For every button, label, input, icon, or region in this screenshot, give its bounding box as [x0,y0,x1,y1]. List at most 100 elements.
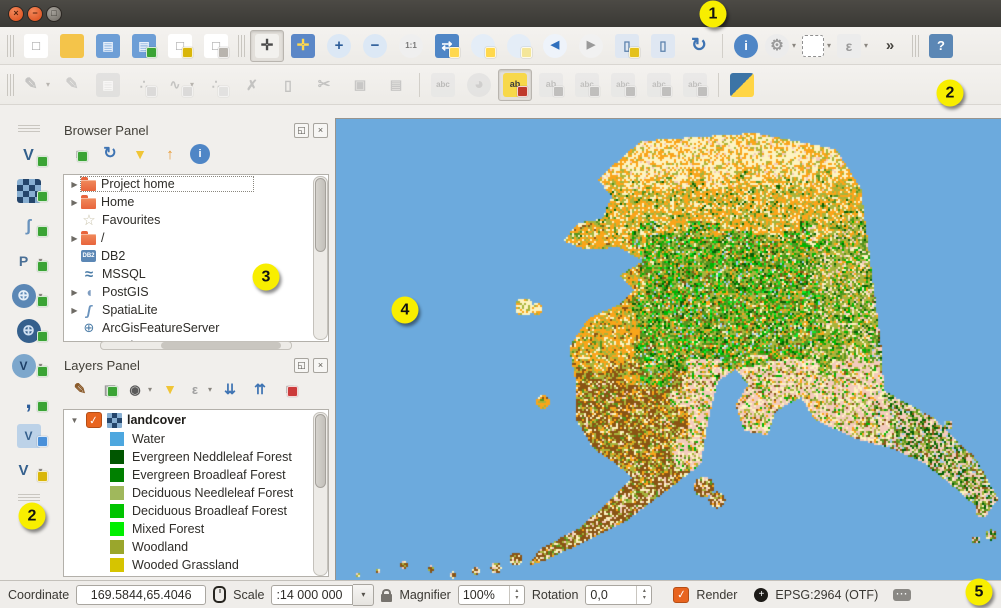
toolbar-grip[interactable] [18,125,40,132]
zoom-out-button[interactable]: − [358,30,392,62]
magnifier-input[interactable] [459,587,509,603]
toolbar-grip[interactable] [238,35,245,57]
remove-layer-button[interactable]: □ [278,377,302,401]
save-project-button[interactable]: ▤ [91,30,125,62]
close-panel-icon[interactable]: × [313,123,328,138]
show-bookmarks-button[interactable]: ▯ [646,30,680,62]
dropdown-arrow-icon[interactable] [824,41,834,50]
spinner-arrows-icon[interactable] [509,586,524,604]
add-wfs-layer-button[interactable]: V [6,350,52,381]
add-vector-layer-button[interactable]: V [6,140,52,171]
zoom-next-button[interactable]: ▶ [574,30,608,62]
menu-project[interactable] [76,9,96,19]
legend-item[interactable]: Wooded Grassland [64,556,328,574]
label-settings-button[interactable]: abc [426,69,460,101]
add-feature-button[interactable]: ∴ [127,69,161,101]
filter-expression-button[interactable]: ε [188,377,212,401]
menu-processing[interactable] [296,9,316,19]
map-canvas[interactable] [336,119,1001,580]
browser-vertical-scrollbar[interactable] [313,176,328,340]
save-layer-edits-button[interactable]: ▤ [91,69,125,101]
legend-item[interactable]: Mixed Forest [64,520,328,538]
browser-item-mssql[interactable]: MSSQL [64,265,328,283]
expand-arrow-icon[interactable]: ▶ [68,234,81,243]
new-bookmark-button[interactable]: ▯ [610,30,644,62]
add-postgis-layer-button[interactable]: P [6,245,52,276]
select-features-button[interactable] [801,30,835,62]
zoom-last-button[interactable]: ◀ [538,30,572,62]
dropdown-arrow-icon[interactable] [145,385,155,394]
open-layer-styling-button[interactable]: ✎ [68,377,92,401]
legend-item[interactable]: Deciduous Broadleaf Forest [64,502,328,520]
collapse-arrow-icon[interactable]: ▼ [68,416,81,425]
render-checkbox[interactable] [673,587,689,603]
layer-item-landcover[interactable]: ▼ landcover [64,410,328,430]
browser-item-arcgisfeatureserver[interactable]: ArcGisFeatureServer [64,319,328,337]
python-console-button[interactable] [725,69,759,101]
legend-item[interactable]: Evergreen Broadleaf Forest [64,466,328,484]
window-minimize-button[interactable]: − [27,6,43,22]
pan-map-button[interactable]: ✛ [250,30,284,62]
refresh-browser-button[interactable]: ↻ [98,142,122,166]
diagram-options-button[interactable]: ◕ [462,69,496,101]
browser-item-favourites[interactable]: Favourites [64,211,328,229]
add-circular-string-button[interactable]: ∿ [163,69,197,101]
menu-edit[interactable] [98,9,118,19]
new-print-composer-button[interactable]: □ [163,30,197,62]
legend-item[interactable]: Deciduous Needleleaf Forest [64,484,328,502]
add-raster-layer-button[interactable] [6,175,52,206]
coordinate-input[interactable] [76,585,206,605]
layer-visibility-checkbox[interactable] [86,412,102,428]
cut-features-button[interactable]: ✂ [307,69,341,101]
window-maximize-button[interactable]: □ [46,6,62,22]
zoom-native-button[interactable]: 1:1 [394,30,428,62]
browser-item-db2[interactable]: DB2 [64,247,328,265]
change-label-button[interactable]: abc [678,69,712,101]
legend-item[interactable]: Evergreen Neddleleaf Forest [64,448,328,466]
browser-item-spatialite[interactable]: ▶ SpatiaLite [64,301,328,319]
run-feature-action-button[interactable]: ⚙ [765,30,799,62]
layer-labeling-options-button[interactable]: ab [498,69,532,101]
dropdown-arrow-icon[interactable] [861,41,871,50]
add-spatialite-layer-button[interactable]: ʃ [6,210,52,241]
new-layer-button[interactable]: V [6,455,52,486]
browser-item-root[interactable]: ▶ / [64,229,328,247]
dropdown-arrow-icon[interactable] [205,385,215,394]
toggle-editing-button[interactable]: ✎ [55,69,89,101]
new-project-button[interactable]: □ [19,30,53,62]
properties-widget-button[interactable]: i [188,142,212,166]
manage-visibility-button[interactable]: ◉ [128,377,152,401]
move-label-button[interactable]: abc [606,69,640,101]
copy-features-button[interactable]: ▣ [343,69,377,101]
close-panel-icon[interactable]: × [313,358,328,373]
expand-all-layers-button[interactable]: ⇊ [218,377,242,401]
menu-database[interactable] [252,9,272,19]
expand-arrow-icon[interactable]: ▶ [68,306,81,315]
mouse-position-icon[interactable] [213,586,226,603]
node-tool-button[interactable]: ✗ [235,69,269,101]
menu-layer[interactable] [142,9,162,19]
toolbar-grip[interactable] [18,494,40,501]
current-edits-button[interactable]: ✎ [19,69,53,101]
browser-horizontal-scrollbar[interactable] [100,341,292,350]
expand-arrow-icon[interactable]: ▶ [68,288,81,297]
filter-legend-button[interactable]: ▼ [158,377,182,401]
collapse-all-button[interactable]: ↑ [158,142,182,166]
zoom-to-layer-button[interactable] [502,30,536,62]
browser-item-postgis[interactable]: ▶ PostGIS [64,283,328,301]
scrollbar-thumb[interactable] [315,414,326,488]
composer-manager-button[interactable]: □ [199,30,233,62]
add-wms-layer-button[interactable]: ⊕ [6,280,52,311]
float-panel-icon[interactable]: ◱ [294,358,309,373]
toolbar-grip[interactable] [912,35,919,57]
window-close-button[interactable]: × [8,6,24,22]
pan-to-selection-button[interactable]: ✛ [286,30,320,62]
layers-vertical-scrollbar[interactable] [313,412,328,576]
show-hide-labels-button[interactable]: abc [570,69,604,101]
paste-features-button[interactable]: ▤ [379,69,413,101]
dropdown-arrow-icon[interactable] [43,80,53,89]
identify-features-button[interactable]: i [729,30,763,62]
legend-item[interactable]: Water [64,430,328,448]
scale-input[interactable] [271,585,353,605]
dropdown-arrow-icon[interactable] [789,41,799,50]
